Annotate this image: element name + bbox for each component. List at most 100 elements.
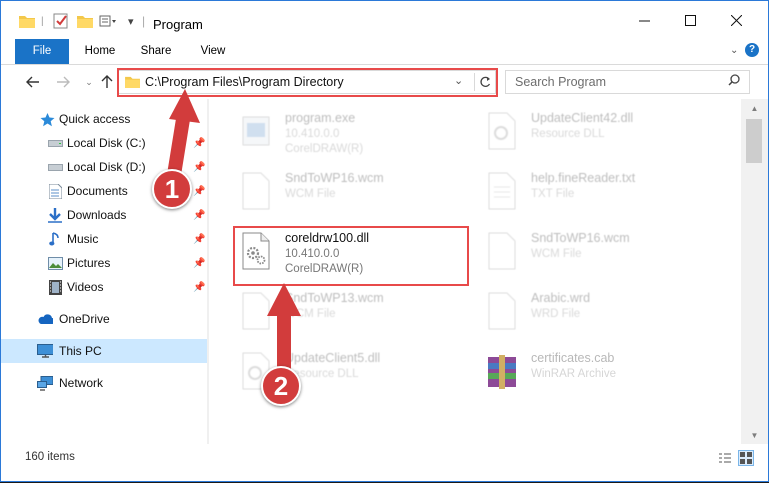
file-item[interactable]: program.exe 10.410.0.0 CorelDRAW(R) — [233, 105, 468, 163]
document-file-icon — [488, 292, 516, 330]
file-name: program.exe — [285, 111, 356, 125]
sidebar-item-pictures[interactable]: Pictures 📌 — [1, 251, 207, 275]
search-input[interactable]: Search Program — [515, 75, 606, 89]
drive-icon — [47, 159, 63, 175]
file-item[interactable]: SndToWP16.wcm WCM File — [479, 225, 714, 283]
step-1-badge: 1 — [152, 169, 192, 209]
star-icon — [39, 111, 55, 127]
file-item[interactable]: help.fineReader.txt TXT File — [479, 165, 714, 223]
dll-file-icon — [488, 112, 516, 150]
item-count: 160 items — [25, 451, 75, 463]
back-button[interactable] — [23, 72, 43, 92]
tab-file[interactable]: File — [15, 39, 69, 64]
sidebar-item-label: Downloads — [67, 208, 127, 222]
document-file-icon — [488, 232, 516, 270]
help-icon[interactable]: ? — [745, 43, 759, 57]
sidebar-item-label: Network — [59, 376, 104, 390]
sidebar-item-music[interactable]: Music 📌 — [1, 227, 207, 251]
status-bar: 160 items — [1, 444, 768, 481]
sidebar-item-label: Music — [67, 232, 99, 246]
file-detail: WRD File — [531, 308, 581, 320]
recent-locations-icon[interactable]: ⌄ — [79, 72, 99, 92]
music-icon — [47, 231, 63, 247]
file-item[interactable]: SndToWP13.wcm WCM File — [233, 285, 468, 343]
file-detail: WCM File — [285, 308, 336, 320]
tab-view[interactable]: View — [191, 39, 235, 64]
file-item[interactable]: Arabic.wrd WRD File — [479, 285, 714, 343]
tab-share[interactable]: Share — [133, 39, 179, 64]
customize-toolbar-icon[interactable] — [99, 12, 117, 30]
expand-ribbon-icon[interactable]: ⌄ — [730, 45, 738, 56]
close-button[interactable] — [713, 5, 759, 35]
search-icon[interactable] — [728, 74, 740, 89]
search-box[interactable]: Search Program — [505, 70, 750, 94]
file-item[interactable]: SndToWP16.wcm WCM File — [233, 165, 468, 223]
window-title: Program — [153, 17, 203, 32]
explorer-window: | ▾ | Program File Home Share View ⌄ ? ⌄… — [0, 0, 769, 482]
pin-icon[interactable]: 📌 — [193, 138, 205, 149]
sidebar-item-onedrive[interactable]: OneDrive — [1, 307, 207, 331]
scroll-thumb[interactable] — [746, 119, 762, 163]
pictures-icon — [47, 255, 63, 271]
maximize-button[interactable] — [667, 5, 713, 35]
sidebar-item-label: Quick access — [59, 112, 131, 126]
address-highlight-box — [117, 68, 498, 97]
new-folder-icon[interactable] — [77, 12, 93, 30]
file-detail: WCM File — [531, 248, 582, 260]
pin-icon[interactable]: 📌 — [193, 186, 205, 197]
forward-arrow-icon — [57, 76, 70, 88]
details-view-icon[interactable] — [717, 450, 733, 466]
pin-icon[interactable]: 📌 — [193, 282, 205, 293]
file-item[interactable]: UpdateClient42.dll Resource DLL — [479, 105, 714, 163]
sidebar-item-local-disk-c[interactable]: Local Disk (C:) 📌 — [1, 131, 207, 155]
sidebar-item-videos[interactable]: Videos 📌 — [1, 275, 207, 299]
file-detail: WinRAR Archive — [531, 368, 616, 380]
sidebar-item-label: Local Disk (C:) — [67, 136, 146, 150]
sidebar-item-label: Documents — [67, 184, 128, 198]
minimize-icon — [638, 20, 650, 21]
file-highlight-box — [233, 226, 469, 286]
large-icons-view-icon[interactable] — [738, 450, 754, 466]
sidebar-item-label: Videos — [67, 280, 104, 294]
scroll-down-icon[interactable]: ▼ — [741, 426, 768, 444]
file-name: UpdateClient5.dll — [285, 351, 381, 365]
minimize-button[interactable] — [621, 5, 667, 35]
file-detail: CorelDRAW(R) — [285, 143, 364, 155]
back-arrow-icon — [26, 76, 39, 88]
network-icon — [37, 375, 53, 391]
file-detail: TXT File — [531, 188, 575, 200]
folder-icon — [19, 12, 35, 30]
sidebar-item-label: Local Disk (D:) — [67, 160, 146, 174]
ribbon-tabs: File Home Share View ⌄ ? — [1, 39, 768, 65]
scroll-up-icon[interactable]: ▲ — [741, 99, 768, 117]
exe-file-icon — [242, 116, 270, 146]
pin-icon[interactable]: 📌 — [193, 258, 205, 269]
up-button[interactable] — [97, 72, 117, 92]
vertical-scrollbar[interactable]: ▲ ▼ — [741, 99, 768, 444]
file-detail: 10.410.0.0 — [285, 128, 340, 140]
navigation-pane: Quick access Local Disk (C:) 📌 Local Dis… — [1, 99, 207, 444]
separator: | — [41, 15, 44, 27]
sidebar-item-quick-access[interactable]: Quick access — [1, 107, 207, 131]
pin-icon[interactable]: 📌 — [193, 234, 205, 245]
pin-icon[interactable]: 📌 — [193, 210, 205, 221]
sidebar-item-network[interactable]: Network — [1, 371, 207, 395]
title-bar: | ▾ | Program — [1, 1, 768, 39]
file-detail: Resource DLL — [531, 128, 605, 140]
quick-access-dropdown-icon[interactable]: ▾ — [128, 12, 134, 30]
file-name: SndToWP16.wcm — [285, 171, 384, 185]
file-detail: WCM File — [285, 188, 336, 200]
pin-icon[interactable]: 📌 — [193, 162, 205, 173]
maximize-icon — [684, 14, 696, 26]
up-arrow-icon — [101, 75, 113, 88]
separator: | — [142, 14, 146, 28]
tab-home[interactable]: Home — [77, 39, 123, 64]
documents-icon — [47, 183, 63, 199]
forward-button[interactable] — [53, 72, 73, 92]
file-item[interactable]: certificates.cab WinRAR Archive — [479, 345, 714, 403]
sidebar-item-label: OneDrive — [59, 312, 110, 326]
file-name: SndToWP16.wcm — [531, 231, 630, 245]
sidebar-item-this-pc[interactable]: This PC — [1, 339, 207, 363]
properties-icon[interactable] — [53, 12, 69, 30]
close-icon — [730, 14, 742, 26]
